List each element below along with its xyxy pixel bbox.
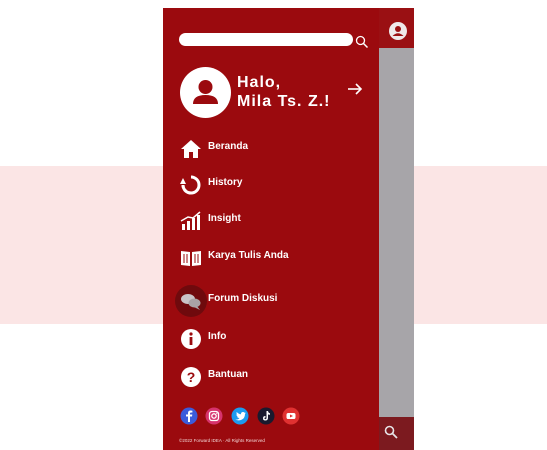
sidebar-item-history[interactable]: History [179, 173, 359, 197]
sidebar-item-label: Insight [208, 213, 241, 224]
youtube-icon[interactable] [282, 407, 300, 425]
info-icon [181, 329, 201, 349]
greeting-line-1: Halo, [237, 74, 282, 91]
chat-bubbles-icon [181, 294, 201, 310]
sidebar-item-label: Karya Tulis Anda [208, 250, 289, 261]
home-icon [181, 140, 201, 158]
sidebar-item-bantuan[interactable]: ? Bantuan [179, 365, 359, 389]
avatar[interactable] [180, 67, 231, 118]
navigation-drawer: Halo, Mila Ts. Z.! Beranda History Insig… [163, 8, 379, 450]
sidebar-item-insight[interactable]: Insight [179, 209, 359, 233]
sidebar-item-beranda[interactable]: Beranda [179, 137, 359, 161]
book-icon [181, 251, 201, 266]
insight-chart-icon [180, 211, 201, 230]
tiktok-icon[interactable] [257, 407, 275, 425]
user-icon [193, 80, 218, 104]
svg-text:?: ? [187, 369, 196, 385]
sidebar-item-label: Forum Diskusi [208, 293, 278, 304]
sidebar-item-label: Info [208, 331, 227, 342]
copyright-text: ©2022 Forward IDEA · All Rights Reserved [179, 438, 265, 443]
search-icon[interactable] [355, 35, 369, 49]
sidebar-item-label: Beranda [208, 141, 249, 152]
greeting: Halo, Mila Ts. Z.! [237, 73, 347, 111]
arrow-right-icon[interactable] [347, 82, 363, 96]
sidebar-item-forum-diskusi[interactable]: Forum Diskusi [179, 289, 359, 313]
instagram-icon[interactable] [205, 407, 223, 425]
sidebar-item-karya-tulis[interactable]: Karya Tulis Anda [179, 246, 359, 270]
greeting-user-name: Mila Ts. Z.! [237, 93, 331, 110]
sidebar-item-info[interactable]: Info [179, 327, 359, 351]
search-input[interactable] [179, 33, 353, 46]
help-icon: ? [181, 367, 201, 387]
search-icon[interactable] [384, 425, 398, 439]
twitter-icon[interactable] [231, 407, 249, 425]
profile-icon[interactable] [389, 22, 407, 40]
history-icon [180, 175, 201, 195]
facebook-icon[interactable] [180, 407, 198, 425]
drawer-scrim[interactable] [379, 8, 414, 450]
sidebar-item-label: Bantuan [208, 369, 248, 380]
sidebar-item-label: History [208, 177, 243, 188]
